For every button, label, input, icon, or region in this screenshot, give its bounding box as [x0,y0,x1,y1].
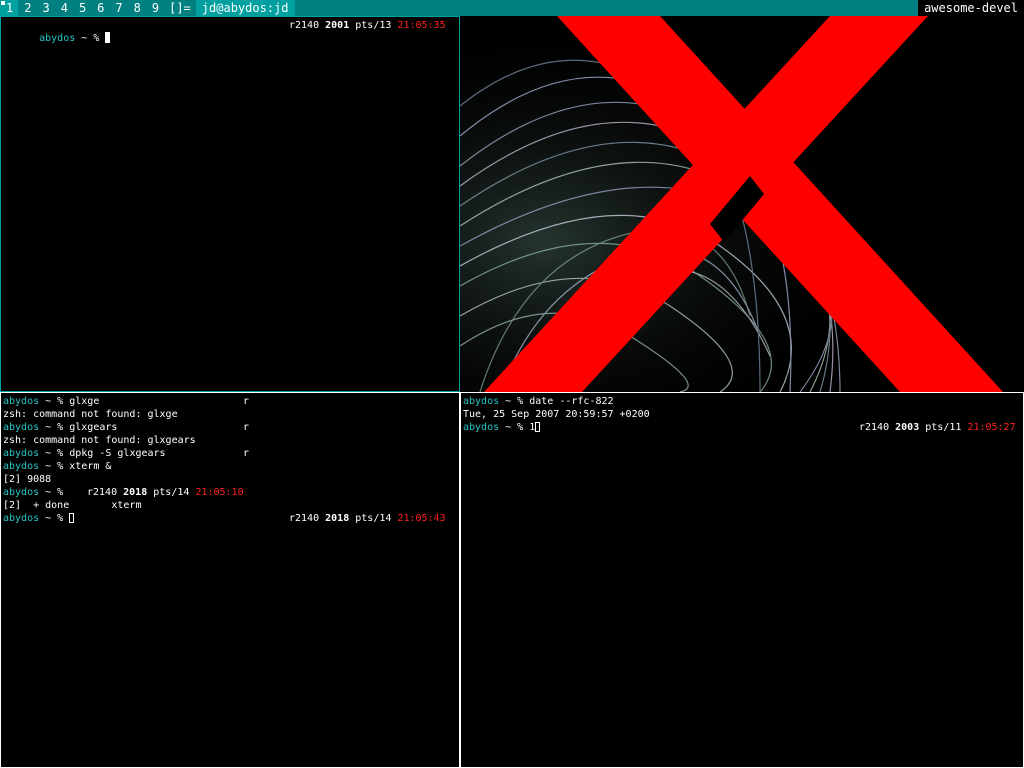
prompt-symbol: ~ % [39,461,70,472]
tag-3[interactable]: 3 [36,0,54,16]
tag-6[interactable]: 6 [91,0,109,16]
cursor [69,513,75,523]
prompt-symbol: ~ % [39,448,70,459]
tag-2[interactable]: 2 [18,0,36,16]
output-line: zsh: command not found: glxgears [3,435,196,446]
tag-9[interactable]: 9 [146,0,164,16]
prompt-line: abydos ~ % 1 r2140 2003 pts/11 21:05:27 [463,421,1021,434]
prompt-symbol: ~ % [39,487,70,498]
tty: pts/11 [925,422,962,433]
history-number: 2001 [325,20,350,31]
prompt-symbol: ~ % [499,422,530,433]
command: glxgears [69,422,118,433]
layout-indicator[interactable]: []= [164,0,196,16]
prompt-line: abydos ~ % xterm & [3,460,457,473]
clock: 21:05:43 [397,513,446,524]
tag-4[interactable]: 4 [55,0,73,16]
prompt-host: abydos [463,422,500,433]
status-text: awesome-devel [918,0,1024,16]
prompt-host: abydos [3,422,40,433]
tag-1[interactable]: 1 [0,0,19,16]
x-logo-wallpaper [460,16,1024,392]
prompt-host: abydos [3,448,40,459]
terminal-bottom-right[interactable]: abydos ~ % date --rfc-822 Tue, 25 Sep 20… [460,392,1024,768]
prompt-host: abydos [3,461,40,472]
right-prompt: r2140 2003 pts/11 21:05:27 [859,421,1016,434]
clock: 21:05:35 [397,20,446,31]
prompt-symbol: ~ % [39,396,70,407]
output-line: zsh: command not found: glxge [3,409,178,420]
tag-8[interactable]: 8 [128,0,146,16]
prompt-line: abydos ~ % glxgears r [3,421,457,434]
right-prompt: r2140 2001 pts/13 21:05:35 [289,19,446,32]
prompt-symbol: ~ % [39,422,70,433]
tag-7[interactable]: 7 [109,0,127,16]
tty: pts/14 [153,487,190,498]
command: date --rfc-822 [529,396,614,407]
command: dpkg -S glxgears [69,448,166,459]
prompt-symbol: ~ % [75,33,106,44]
prompt-host: abydos [463,396,500,407]
terminal-top-left[interactable]: abydos ~ % r2140 2001 pts/13 21:05:35 [0,16,460,392]
output-line: Tue, 25 Sep 2007 20:59:57 +0200 [463,409,650,420]
cursor [105,32,111,43]
history-number: 2003 [895,422,920,433]
history-number: 2018 [123,487,148,498]
prompt-host: abydos [39,33,76,44]
prompt-line: abydos ~ % glxge r [3,395,457,408]
right-prompt: r2140 2018 pts/14 21:05:43 [289,512,446,525]
prompt-line: abydos ~ % r2140 2018 pts/14 21:05:10 [3,486,457,499]
revision: r2140 [859,422,890,433]
tag-5[interactable]: 5 [73,0,91,16]
right-prompt-fragment: r [243,422,250,433]
right-prompt: r2140 2018 pts/14 21:05:10 [87,486,244,499]
clock: 21:05:27 [967,422,1016,433]
prompt-line: abydos ~ % r2140 2018 pts/14 21:05:43 [3,512,457,525]
clock: 21:05:10 [195,487,244,498]
prompt-host: abydos [3,396,40,407]
prompt-line: abydos ~ % date --rfc-822 [463,395,1021,408]
cursor [535,422,541,432]
output-line: [2] 9088 [3,474,52,485]
revision: r2140 [87,487,118,498]
revision: r2140 [289,20,320,31]
top-bar: 1 2 3 4 5 6 7 8 9 []= jd@abydos:jd aweso… [0,0,1024,16]
tty: pts/14 [355,513,392,524]
output-line: [2] + done xterm [3,500,142,511]
prompt-line: abydos ~ % r2140 2001 pts/13 21:05:35 [3,19,457,44]
prompt-symbol: ~ % [499,396,530,407]
terminal-bottom-left[interactable]: abydos ~ % glxge r zsh: command not found… [0,392,460,768]
command: xterm & [69,461,112,472]
revision: r2140 [289,513,320,524]
tty: pts/13 [355,20,392,31]
prompt-host: abydos [3,513,40,524]
desktop-wallpaper [460,16,1024,392]
prompt-line: abydos ~ % dpkg -S glxgears r [3,447,457,460]
focused-window-title: jd@abydos:jd [195,0,295,16]
prompt-symbol: ~ % [39,513,70,524]
right-prompt-fragment: r [243,448,250,459]
right-prompt-fragment: r [243,396,250,407]
prompt-host: abydos [3,487,40,498]
command: glxge [69,396,100,407]
history-number: 2018 [325,513,350,524]
